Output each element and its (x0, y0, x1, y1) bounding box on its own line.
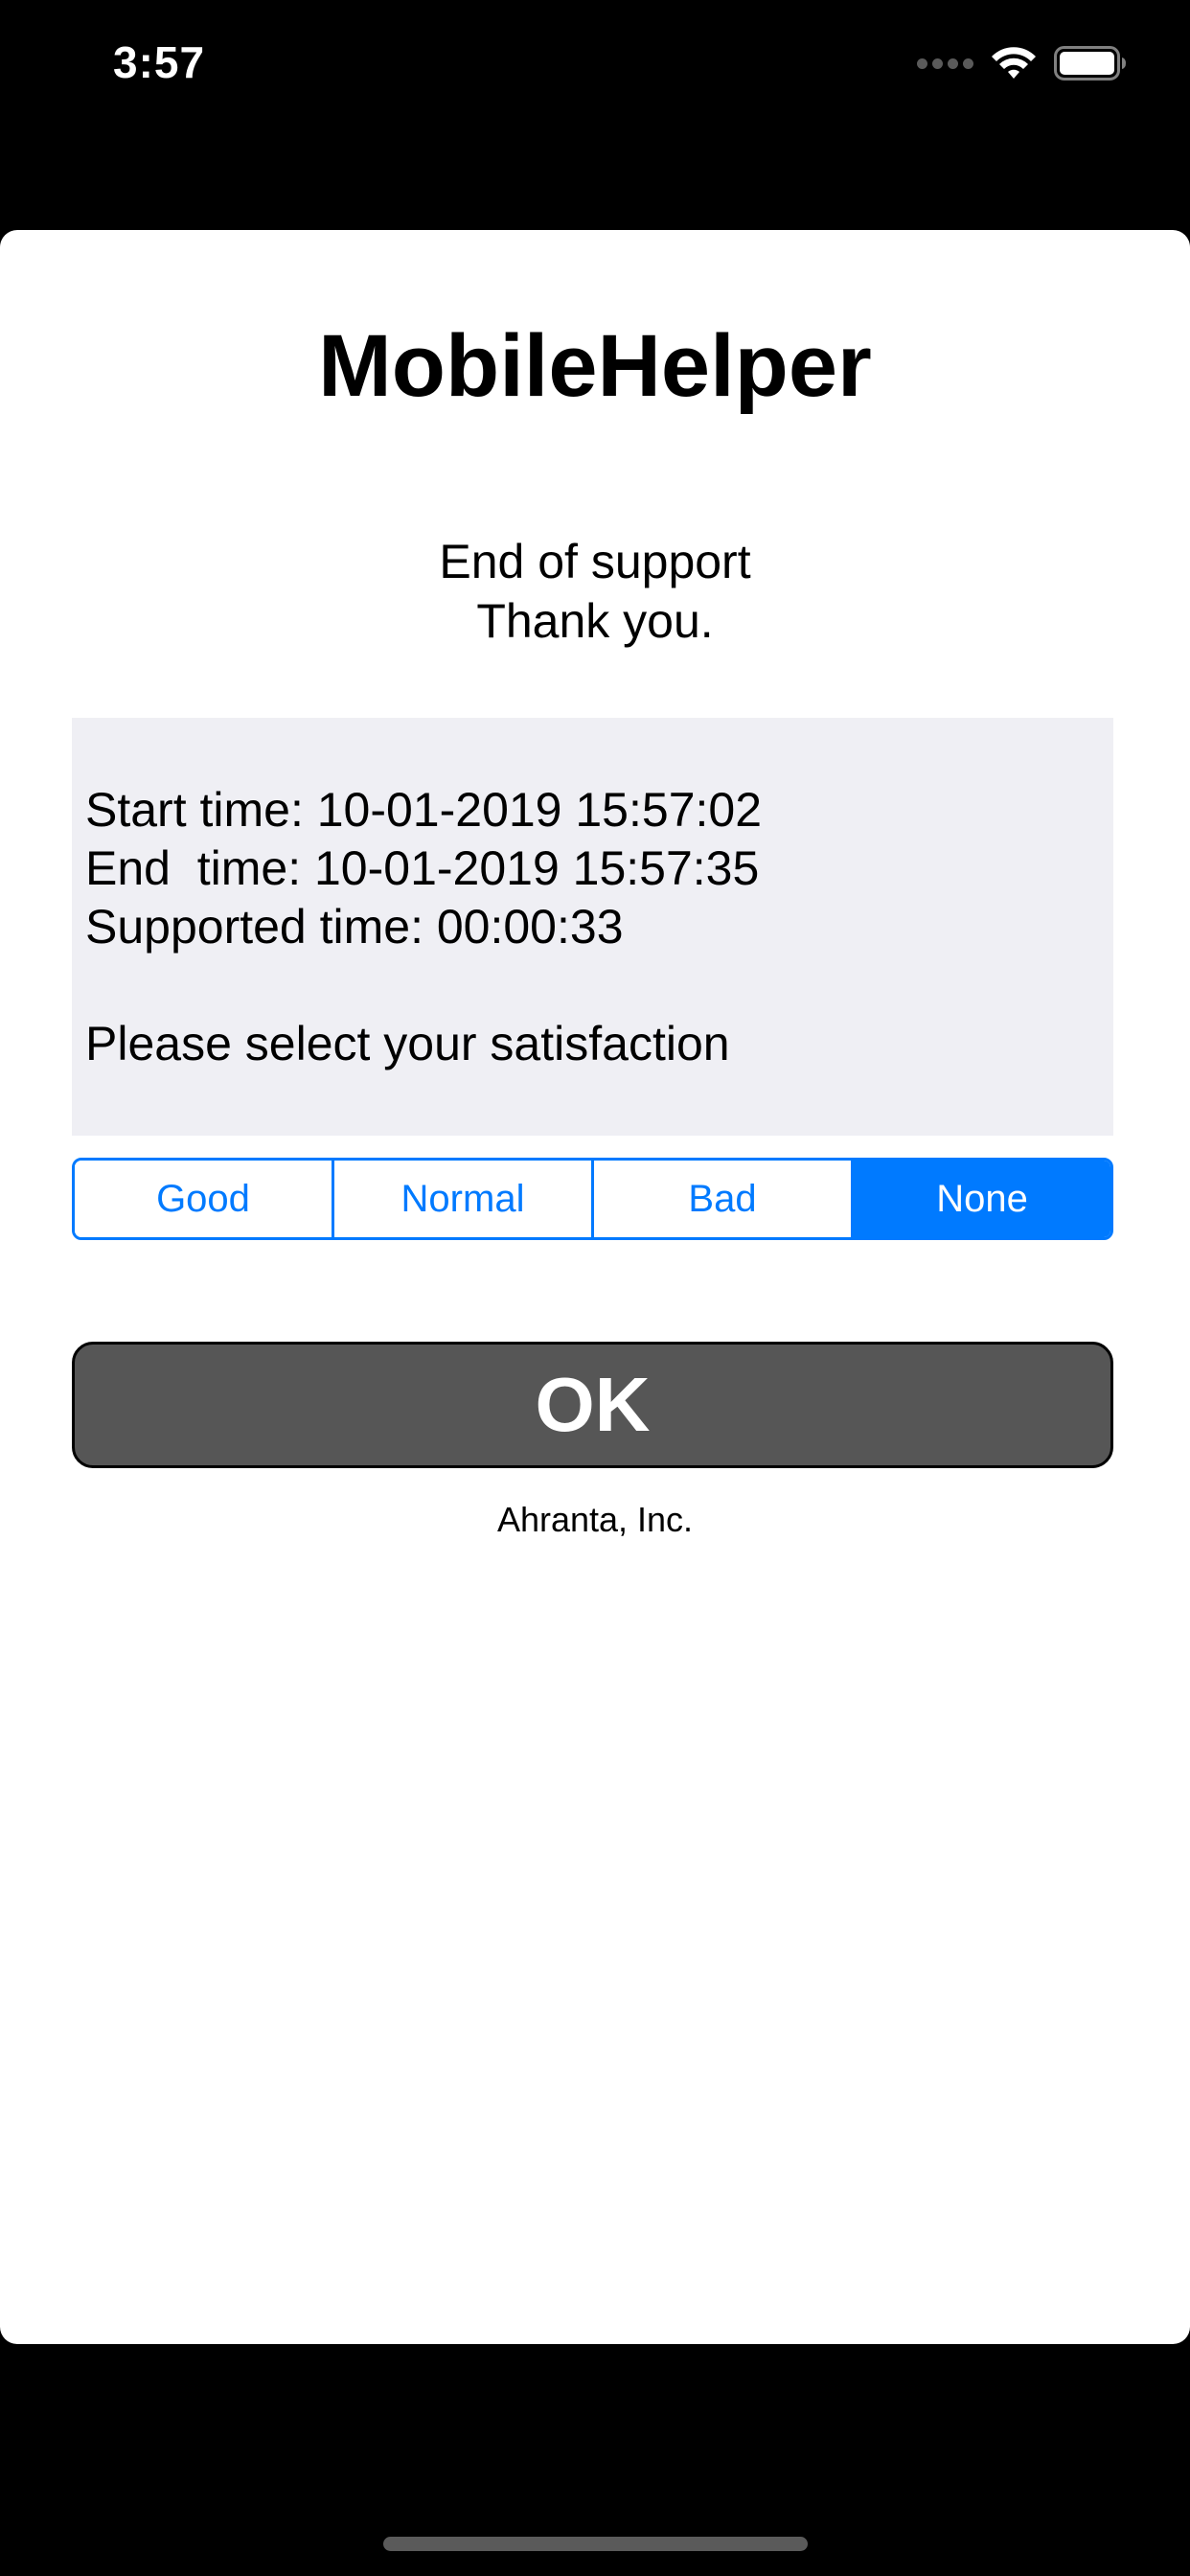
segment-good[interactable]: Good (75, 1161, 334, 1237)
screen: 3:57 MobileHelper End of support Thank y… (0, 0, 1190, 2576)
end-time-text: End time: 10-01-2019 15:57:35 (85, 841, 760, 895)
satisfaction-segmented-control: Good Normal Bad None (72, 1158, 1113, 1240)
segment-none[interactable]: None (854, 1161, 1110, 1237)
battery-icon (1054, 46, 1126, 80)
app-title: MobileHelper (318, 317, 872, 415)
satisfaction-prompt: Please select your satisfaction (85, 1017, 730, 1070)
company-name: Ahranta, Inc. (496, 1500, 694, 1539)
supported-time-text: Supported time: 00:00:33 (85, 900, 624, 954)
status-icons (917, 46, 1127, 80)
message-line-2: Thank you. (476, 594, 714, 648)
ok-button[interactable]: OK (72, 1342, 1113, 1468)
status-time: 3:57 (113, 37, 206, 87)
segment-normal[interactable]: Normal (334, 1161, 594, 1237)
message-line-1: End of support (439, 535, 751, 588)
cellular-signal-icon (917, 58, 973, 69)
segment-bad[interactable]: Bad (594, 1161, 854, 1237)
home-indicator[interactable] (383, 2537, 808, 2551)
start-time-text: Start time: 10-01-2019 15:57:02 (85, 783, 763, 837)
status-bar: 3:57 (0, 0, 1190, 125)
support-end-message: End of support Thank you. (0, 532, 1190, 651)
session-info-box: Start time: 10-01-2019 15:57:02 End time… (72, 718, 1113, 1136)
wifi-icon (992, 47, 1036, 79)
